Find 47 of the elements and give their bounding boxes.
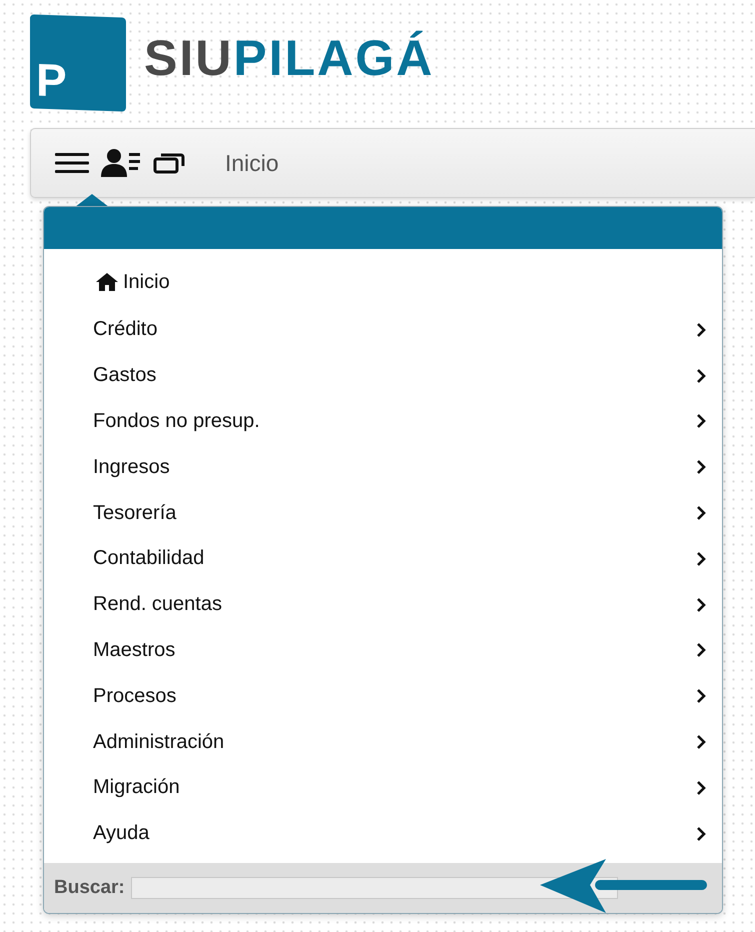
menu-item-label: Procesos [93, 684, 176, 708]
search-field[interactable] [130, 876, 618, 899]
menu-item[interactable]: Contabilidad [44, 536, 722, 582]
menu-item[interactable]: Inicio [44, 257, 717, 307]
menu-item-label: Fondos no presup. [93, 410, 260, 433]
menu-item[interactable]: Fondos no presup. [44, 398, 722, 444]
home-icon [96, 273, 118, 291]
user-list-icon[interactable] [101, 149, 141, 177]
menu-item[interactable]: Rend. cuentas [44, 582, 722, 628]
menu-item-label: Rend. cuentas [93, 593, 222, 616]
windows-icon[interactable] [153, 152, 185, 174]
menu-item-label: Tesorería [93, 502, 176, 525]
chevron-right-icon [696, 368, 706, 383]
menu-item-label: Administración [93, 730, 224, 754]
menu-item[interactable]: Tesorería [44, 490, 722, 536]
menu-item-label: Inicio [123, 270, 170, 294]
chevron-right-icon [696, 735, 706, 750]
menu-item[interactable]: Gastos [44, 352, 722, 399]
menu-item[interactable]: Ingresos [44, 444, 722, 490]
menu-item-label: Contabilidad [93, 547, 204, 570]
menu-item[interactable]: Maestros [44, 628, 722, 674]
chevron-right-icon [696, 414, 706, 428]
chevron-right-icon [696, 780, 706, 795]
chevron-right-icon [696, 322, 706, 337]
menu-item-label: Ayuda [93, 822, 150, 846]
chevron-right-icon [696, 552, 706, 566]
menu-item-label: Ingresos [93, 456, 170, 479]
menu-item[interactable]: Crédito [44, 307, 722, 353]
search-label: Buscar: [54, 876, 125, 899]
logo-text: SIUPILAGÁ [144, 29, 434, 87]
chevron-right-icon [696, 506, 706, 520]
menu-item[interactable]: Procesos [44, 673, 722, 720]
menu-item[interactable]: Migración [44, 764, 722, 811]
menu-item[interactable]: Ayuda [44, 810, 722, 857]
menu-item-label: Gastos [93, 364, 156, 388]
menu-item[interactable]: Administración [44, 719, 722, 765]
chevron-right-icon [696, 460, 706, 474]
chevron-right-icon [696, 598, 706, 612]
menu-item-label: Crédito [93, 318, 158, 342]
logo-icon: P [30, 14, 126, 112]
menu-item-label: Migración [93, 776, 180, 800]
menu-item-label: Maestros [93, 638, 176, 662]
chevron-right-icon [696, 689, 706, 704]
breadcrumb-link[interactable]: Inicio [225, 150, 279, 176]
chevron-right-icon [696, 826, 706, 841]
chevron-right-icon [696, 643, 706, 658]
menu-icon[interactable] [55, 152, 89, 174]
